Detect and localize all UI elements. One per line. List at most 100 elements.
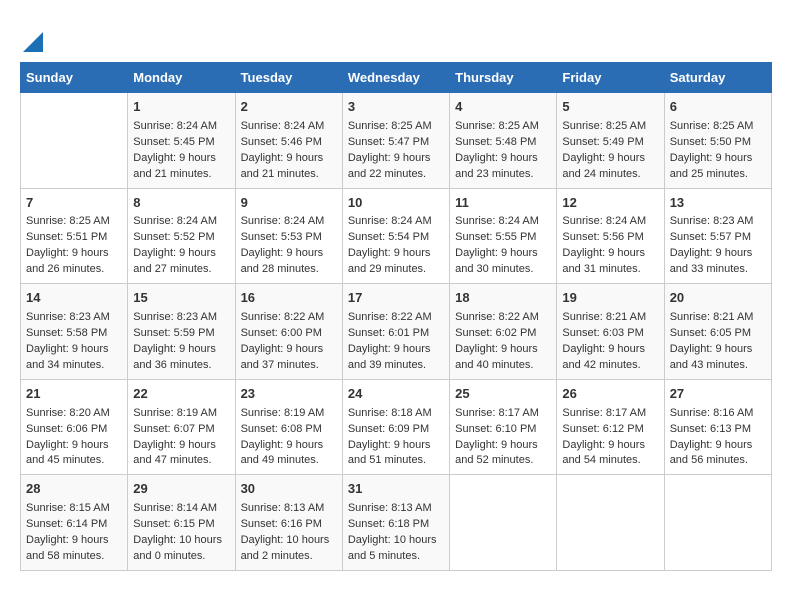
sunrise-text: Sunrise: 8:24 AM (133, 120, 217, 132)
sunset-text: Sunset: 5:58 PM (26, 327, 107, 339)
calendar-cell: 29Sunrise: 8:14 AMSunset: 6:15 PMDayligh… (128, 475, 235, 571)
day-number: 11 (455, 194, 551, 213)
calendar-cell: 21Sunrise: 8:20 AMSunset: 6:06 PMDayligh… (21, 379, 128, 475)
calendar-table: SundayMondayTuesdayWednesdayThursdayFrid… (20, 62, 772, 571)
sunrise-text: Sunrise: 8:21 AM (562, 311, 646, 323)
sunrise-text: Sunrise: 8:24 AM (241, 120, 325, 132)
day-number: 15 (133, 289, 229, 308)
calendar-cell: 12Sunrise: 8:24 AMSunset: 5:56 PMDayligh… (557, 188, 664, 284)
sunset-text: Sunset: 5:54 PM (348, 231, 429, 243)
sunrise-text: Sunrise: 8:17 AM (562, 407, 646, 419)
daylight-text: Daylight: 9 hours and 47 minutes. (133, 439, 216, 467)
daylight-text: Daylight: 9 hours and 30 minutes. (455, 247, 538, 275)
sunrise-text: Sunrise: 8:13 AM (241, 502, 325, 514)
sunset-text: Sunset: 6:01 PM (348, 327, 429, 339)
day-number: 1 (133, 98, 229, 117)
day-number: 31 (348, 480, 444, 499)
calendar-cell: 18Sunrise: 8:22 AMSunset: 6:02 PMDayligh… (450, 284, 557, 380)
daylight-text: Daylight: 9 hours and 26 minutes. (26, 247, 109, 275)
sunset-text: Sunset: 6:18 PM (348, 518, 429, 530)
daylight-text: Daylight: 9 hours and 51 minutes. (348, 439, 431, 467)
daylight-text: Daylight: 9 hours and 52 minutes. (455, 439, 538, 467)
sunrise-text: Sunrise: 8:23 AM (133, 311, 217, 323)
calendar-week-row: 1Sunrise: 8:24 AMSunset: 5:45 PMDaylight… (21, 93, 772, 189)
day-number: 26 (562, 385, 658, 404)
logo-icon (23, 24, 43, 52)
calendar-week-row: 21Sunrise: 8:20 AMSunset: 6:06 PMDayligh… (21, 379, 772, 475)
sunset-text: Sunset: 5:52 PM (133, 231, 214, 243)
daylight-text: Daylight: 9 hours and 27 minutes. (133, 247, 216, 275)
sunrise-text: Sunrise: 8:18 AM (348, 407, 432, 419)
header-day: Sunday (21, 63, 128, 93)
day-number: 18 (455, 289, 551, 308)
calendar-cell: 24Sunrise: 8:18 AMSunset: 6:09 PMDayligh… (342, 379, 449, 475)
sunrise-text: Sunrise: 8:24 AM (348, 215, 432, 227)
day-number: 13 (670, 194, 766, 213)
daylight-text: Daylight: 9 hours and 43 minutes. (670, 343, 753, 371)
calendar-week-row: 28 Sunrise: 8:15 AM Sunset: 6:14 PM Dayligh… (21, 475, 772, 571)
sunset-text: Sunset: 5:48 PM (455, 136, 536, 148)
sunset-text: Sunset: 6:16 PM (241, 518, 322, 530)
sunset-text: Sunset: 6:06 PM (26, 423, 107, 435)
day-number: 29 (133, 480, 229, 499)
day-number: 10 (348, 194, 444, 213)
calendar-cell (664, 475, 771, 571)
daylight-text: Daylight: 9 hours and 22 minutes. (348, 152, 431, 180)
sunrise-text: Sunrise: 8:13 AM (348, 502, 432, 514)
day-number: 30 (241, 480, 337, 499)
sunset-text: Sunset: 5:56 PM (562, 231, 643, 243)
sunrise-text: Sunrise: 8:16 AM (670, 407, 754, 419)
sunrise-text: Sunrise: 8:21 AM (670, 311, 754, 323)
daylight-text: Daylight: 9 hours and 45 minutes. (26, 439, 109, 467)
day-number: 4 (455, 98, 551, 117)
calendar-cell: 26Sunrise: 8:17 AMSunset: 6:12 PMDayligh… (557, 379, 664, 475)
header-day: Saturday (664, 63, 771, 93)
sunrise-text: Sunrise: 8:25 AM (670, 120, 754, 132)
calendar-cell: 9Sunrise: 8:24 AMSunset: 5:53 PMDaylight… (235, 188, 342, 284)
day-number: 9 (241, 194, 337, 213)
daylight-text: Daylight: 9 hours and 33 minutes. (670, 247, 753, 275)
sunrise-text: Sunrise: 8:22 AM (348, 311, 432, 323)
header-day: Thursday (450, 63, 557, 93)
sunrise-text: Sunrise: 8:17 AM (455, 407, 539, 419)
day-number: 2 (241, 98, 337, 117)
calendar-cell: 27Sunrise: 8:16 AMSunset: 6:13 PMDayligh… (664, 379, 771, 475)
sunset-text: Sunset: 6:07 PM (133, 423, 214, 435)
daylight-text: Daylight: 9 hours and 31 minutes. (562, 247, 645, 275)
day-number: 8 (133, 194, 229, 213)
calendar-cell: 6Sunrise: 8:25 AMSunset: 5:50 PMDaylight… (664, 93, 771, 189)
sunrise-text: Sunrise: 8:22 AM (455, 311, 539, 323)
sunset-text: Sunset: 5:46 PM (241, 136, 322, 148)
calendar-cell: 30 Sunrise: 8:13 AM Sunset: 6:16 PM Dayligh… (235, 475, 342, 571)
sunset-text: Sunset: 5:55 PM (455, 231, 536, 243)
sunset-text: Sunset: 6:13 PM (670, 423, 751, 435)
header-day: Monday (128, 63, 235, 93)
sunset-text: Sunset: 5:49 PM (562, 136, 643, 148)
daylight-text: Daylight: 9 hours and 21 minutes. (133, 152, 216, 180)
sunset-text: Sunset: 5:57 PM (670, 231, 751, 243)
calendar-cell: 19Sunrise: 8:21 AMSunset: 6:03 PMDayligh… (557, 284, 664, 380)
calendar-cell (21, 93, 128, 189)
day-number: 12 (562, 194, 658, 213)
day-number: 17 (348, 289, 444, 308)
calendar-cell: 13Sunrise: 8:23 AMSunset: 5:57 PMDayligh… (664, 188, 771, 284)
calendar-cell: 8Sunrise: 8:24 AMSunset: 5:52 PMDaylight… (128, 188, 235, 284)
day-number: 28 (26, 480, 122, 499)
calendar-cell: 3Sunrise: 8:25 AMSunset: 5:47 PMDaylight… (342, 93, 449, 189)
sunrise-text: Sunrise: 8:15 AM (26, 502, 110, 514)
daylight-text: Daylight: 9 hours and 29 minutes. (348, 247, 431, 275)
daylight-text: Daylight: 10 hours and 2 minutes. (241, 534, 330, 562)
calendar-cell: 14Sunrise: 8:23 AMSunset: 5:58 PMDayligh… (21, 284, 128, 380)
daylight-text: Daylight: 9 hours and 56 minutes. (670, 439, 753, 467)
sunset-text: Sunset: 6:14 PM (26, 518, 107, 530)
day-number: 14 (26, 289, 122, 308)
sunset-text: Sunset: 6:08 PM (241, 423, 322, 435)
sunrise-text: Sunrise: 8:23 AM (26, 311, 110, 323)
daylight-text: Daylight: 9 hours and 54 minutes. (562, 439, 645, 467)
sunrise-text: Sunrise: 8:25 AM (562, 120, 646, 132)
calendar-cell: 16Sunrise: 8:22 AMSunset: 6:00 PMDayligh… (235, 284, 342, 380)
daylight-text: Daylight: 9 hours and 36 minutes. (133, 343, 216, 371)
sunset-text: Sunset: 5:51 PM (26, 231, 107, 243)
calendar-cell: 25Sunrise: 8:17 AMSunset: 6:10 PMDayligh… (450, 379, 557, 475)
daylight-text: Daylight: 9 hours and 37 minutes. (241, 343, 324, 371)
